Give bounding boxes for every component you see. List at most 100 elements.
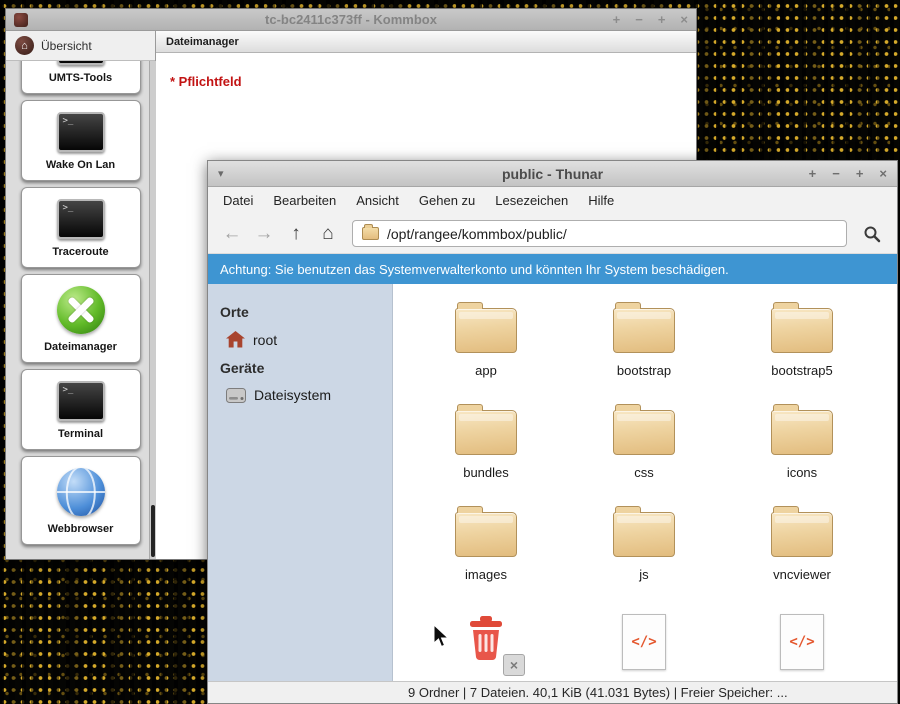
up-icon[interactable]: ↑ (282, 224, 310, 243)
menu-bearbeiten[interactable]: Bearbeiten (263, 189, 346, 212)
kommbox-sidebar: ⌂ Übersicht UMTS-Tools Wake On Lan Trace… (6, 31, 156, 559)
forward-icon[interactable]: → (250, 224, 278, 243)
folder-item-images[interactable]: images (407, 504, 565, 606)
close-icon[interactable]: × (503, 654, 525, 676)
menu-gehen-zu[interactable]: Gehen zu (409, 189, 485, 212)
folder-icon (771, 308, 833, 353)
tool-label: Dateimanager (44, 341, 117, 353)
tool-button-dateimanager[interactable]: Dateimanager (21, 274, 141, 363)
folder-icon (455, 512, 517, 557)
minimize-button[interactable]: − (635, 13, 643, 26)
folder-item-js[interactable]: js (565, 504, 723, 606)
search-button[interactable] (857, 225, 887, 243)
terminal-icon (57, 381, 105, 421)
folder-label: images (465, 567, 507, 582)
folder-icon (613, 512, 675, 557)
menu-datei[interactable]: Datei (213, 189, 263, 212)
folder-item-icons[interactable]: icons (723, 402, 881, 504)
folder-label: bootstrap5 (771, 363, 832, 378)
folder-icon (455, 308, 517, 353)
terminal-icon (57, 199, 105, 239)
kommbox-window-controls: + − + × (613, 13, 688, 26)
file-item-html-2[interactable]: </> (723, 606, 881, 681)
tool-button-wake-on-lan[interactable]: Wake On Lan (21, 100, 141, 181)
thunar-window-controls: + − + × (809, 166, 887, 181)
thunar-body: Orte root Geräte Dateisystem (208, 284, 897, 681)
window-menu-icon[interactable]: ▾ (218, 167, 224, 180)
tools-icon (57, 286, 105, 334)
menu-ansicht[interactable]: Ansicht (346, 189, 409, 212)
file-item-html-1[interactable]: </> (565, 606, 723, 681)
folder-icon (771, 512, 833, 557)
tool-label: Wake On Lan (46, 159, 115, 171)
desktop: tc-bc2411c373ff - Kommbox + − + × ⌂ Über… (0, 0, 900, 704)
back-icon[interactable]: ← (218, 224, 246, 243)
search-icon (863, 225, 881, 243)
folder-item-css[interactable]: css (565, 402, 723, 504)
thunar-titlebar[interactable]: ▾ public - Thunar + − + × (208, 161, 897, 187)
folder-item-bootstrap[interactable]: bootstrap (565, 300, 723, 402)
folder-icon (362, 227, 379, 240)
path-bar[interactable]: /opt/rangee/kommbox/public/ (352, 220, 847, 247)
shade-button[interactable]: + (809, 166, 817, 181)
kommbox-titlebar[interactable]: tc-bc2411c373ff - Kommbox + − + × (6, 9, 696, 31)
folder-label: js (639, 567, 648, 582)
menu-hilfe[interactable]: Hilfe (578, 189, 624, 212)
tool-label: Terminal (58, 428, 103, 440)
tool-button-umts-tools[interactable]: UMTS-Tools (21, 61, 141, 94)
status-text: 9 Ordner | 7 Dateien. 40,1 KiB (41.031 B… (408, 685, 788, 700)
folder-label: bootstrap (617, 363, 671, 378)
folder-label: vncviewer (773, 567, 831, 582)
home-icon (226, 331, 245, 348)
root-warning-banner: Achtung: Sie benutzen das Systemverwalte… (208, 254, 897, 284)
home-icon[interactable]: ⌂ (314, 224, 342, 243)
minimize-button[interactable]: − (832, 166, 840, 181)
sidebar-scrollbar[interactable] (149, 61, 156, 559)
thunar-window: ▾ public - Thunar + − + × Datei Bearbeit… (207, 160, 898, 704)
tool-button-webbrowser[interactable]: Webbrowser (21, 456, 141, 545)
close-button[interactable]: × (879, 166, 887, 181)
terminal-icon (57, 112, 105, 152)
maximize-button[interactable]: + (658, 13, 666, 26)
scrollbar-thumb[interactable] (151, 505, 155, 557)
thunar-side-pane: Orte root Geräte Dateisystem (208, 284, 393, 681)
tool-label: UMTS-Tools (49, 72, 112, 84)
folder-label: bundles (463, 465, 509, 480)
file-grid: app bootstrap bootstrap5 bundles css (393, 284, 897, 681)
code-file-icon: </> (622, 614, 666, 670)
thunar-menubar: Datei Bearbeiten Ansicht Gehen zu Leseze… (208, 187, 897, 214)
home-icon: ⌂ (15, 36, 34, 55)
tool-label: Traceroute (52, 246, 108, 258)
tool-button-traceroute[interactable]: Traceroute (21, 187, 141, 268)
folder-item-bundles[interactable]: bundles (407, 402, 565, 504)
folder-icon (613, 410, 675, 455)
file-item-trash-image[interactable]: × (407, 606, 565, 681)
folder-item-vncviewer[interactable]: vncviewer (723, 504, 881, 606)
sidebar-item-dateisystem[interactable]: Dateisystem (220, 383, 392, 407)
overview-button[interactable]: ⌂ Übersicht (6, 31, 155, 61)
sidebar-item-label: Dateisystem (254, 387, 331, 403)
close-button[interactable]: × (680, 13, 688, 26)
folder-icon (613, 308, 675, 353)
mouse-cursor (433, 624, 450, 653)
overview-label: Übersicht (41, 39, 92, 53)
shade-button[interactable]: + (613, 13, 621, 26)
tool-label: Webbrowser (48, 523, 114, 535)
trash-icon (466, 614, 506, 662)
drive-icon (226, 388, 246, 403)
sidebar-item-root[interactable]: root (220, 327, 392, 352)
thunar-toolbar: ← → ↑ ⌂ /opt/rangee/kommbox/public/ (208, 214, 897, 254)
tab-dateimanager[interactable]: Dateimanager (156, 31, 696, 53)
tool-button-terminal[interactable]: Terminal (21, 369, 141, 450)
path-text: /opt/rangee/kommbox/public/ (387, 226, 567, 242)
maximize-button[interactable]: + (856, 166, 864, 181)
terminal-icon (57, 61, 105, 65)
menu-lesezeichen[interactable]: Lesezeichen (485, 189, 578, 212)
folder-icon (771, 410, 833, 455)
kommbox-window-title: tc-bc2411c373ff - Kommbox (6, 12, 696, 27)
folder-item-app[interactable]: app (407, 300, 565, 402)
devices-header: Geräte (220, 360, 392, 376)
folder-item-bootstrap5[interactable]: bootstrap5 (723, 300, 881, 402)
folder-icon (455, 410, 517, 455)
status-bar: 9 Ordner | 7 Dateien. 40,1 KiB (41.031 B… (208, 681, 897, 703)
